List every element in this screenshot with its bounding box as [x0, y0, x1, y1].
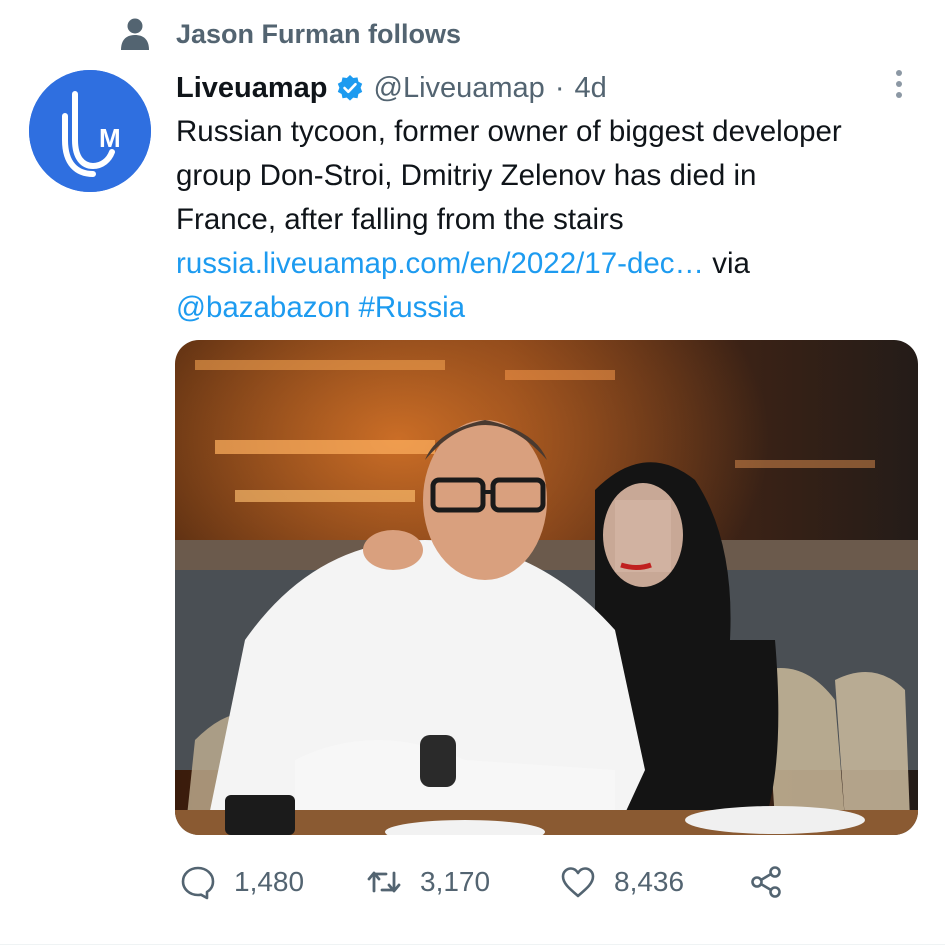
retweet-button[interactable]: 3,170: [366, 862, 490, 902]
tweet-text-line: russia.liveuamap.com/en/2022/17-dec… via: [176, 242, 926, 286]
tweet-text-line: France, after falling from the stairs: [176, 203, 624, 236]
timestamp[interactable]: 4d: [574, 72, 606, 105]
via-text: via: [704, 247, 750, 280]
separator-dot: ·: [554, 71, 565, 104]
tweet-text-line: group Don-Stroi, Dmitriy Zelenov has die…: [176, 159, 757, 192]
handle[interactable]: @Liveuamap: [374, 72, 545, 105]
tweet-divider: [0, 944, 945, 945]
reply-count: 1,480: [234, 866, 305, 897]
retweet-icon: [367, 871, 401, 893]
reply-button[interactable]: 1,480: [180, 862, 304, 902]
like-button[interactable]: 8,436: [560, 862, 684, 902]
share-icon: [751, 866, 781, 898]
more-dot-icon: [896, 92, 902, 98]
social-context-text[interactable]: Jason Furman follows: [176, 19, 461, 50]
tweet-text: Russian tycoon, former owner of biggest …: [176, 110, 926, 330]
display-name[interactable]: Liveuamap: [176, 72, 328, 105]
tweet-photo[interactable]: [175, 340, 918, 835]
more-options-button[interactable]: [884, 66, 914, 102]
verified-badge-icon: [337, 75, 362, 101]
like-count: 8,436: [614, 866, 685, 897]
avatar[interactable]: M: [29, 70, 151, 192]
hashtag-link[interactable]: #Russia: [359, 291, 466, 324]
person-icon: [121, 18, 149, 50]
tweet-text-line: @bazabazon #Russia: [176, 286, 926, 330]
reply-icon: [181, 866, 215, 900]
svg-text:M: M: [99, 123, 121, 153]
more-dot-icon: [896, 81, 902, 87]
photo-image: [175, 340, 918, 835]
retweet-count: 3,170: [420, 866, 491, 897]
liveuamap-logo: M: [29, 70, 151, 192]
heart-icon: [561, 867, 595, 898]
tweet-header: Liveuamap @Liveuamap · 4d: [176, 68, 607, 108]
tweet-link[interactable]: russia.liveuamap.com/en/2022/17-dec…: [176, 247, 704, 280]
more-dot-icon: [896, 70, 902, 76]
tweet-text-line: Russian tycoon, former owner of biggest …: [176, 115, 842, 148]
social-context: Jason Furman follows: [120, 14, 461, 54]
share-button[interactable]: [748, 862, 784, 902]
tweet-actions: 1,480 3,170 8,436: [180, 862, 820, 902]
mention-link[interactable]: @bazabazon: [176, 291, 350, 324]
